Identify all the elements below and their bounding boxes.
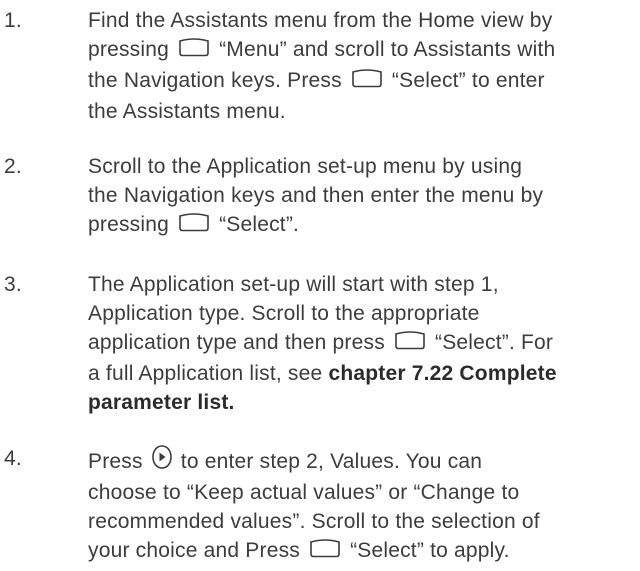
text-segment: The Application set-up will start with s… <box>88 273 499 296</box>
step-line: a full Application list, see chapter 7.2… <box>88 359 640 388</box>
text-segment: your choice and Press <box>88 539 300 562</box>
step-line: pressing “Select”. <box>88 210 640 241</box>
step-number: 3. <box>4 273 22 296</box>
step-line: the Assistants menu. <box>88 97 640 126</box>
softkey-icon <box>177 37 211 66</box>
text-segment: “Menu” and scroll to Assistants with <box>219 38 556 61</box>
step-text: The Application set-up will start with s… <box>88 270 640 417</box>
text-segment: application type and then press <box>88 331 385 354</box>
step-line: Scroll to the Application set-up menu by… <box>88 152 640 181</box>
text-segment: the Navigation keys. Press <box>88 69 342 92</box>
step-line: pressing “Menu” and scroll to Assistants… <box>88 35 640 66</box>
text-segment: the Navigation keys and then enter the m… <box>88 184 544 207</box>
step-line: recommended values”. Scroll to the selec… <box>88 507 640 536</box>
text-segment: “Select” to enter <box>391 69 545 92</box>
step-line: the Navigation keys. Press “Select” to e… <box>88 66 640 97</box>
step-text: Find the Assistants menu from the Home v… <box>88 6 640 126</box>
text-segment: choose to “Keep actual values” or “Chang… <box>88 481 520 504</box>
softkey-icon <box>177 212 211 241</box>
softkey-icon <box>350 68 384 97</box>
text-segment: pressing <box>88 38 169 61</box>
step-text: Scroll to the Application set-up menu by… <box>88 152 640 241</box>
text-segment: recommended values”. Scroll to the selec… <box>88 510 540 533</box>
step-line: Press to enter step 2, Values. You can <box>88 444 640 478</box>
chapter-reference: chapter 7.22 Complete <box>328 362 557 385</box>
step-line: The Application set-up will start with s… <box>88 270 640 299</box>
text-segment: “Select” to apply. <box>350 539 510 562</box>
text-segment: “Select”. <box>219 213 300 236</box>
text-segment: Scroll to the Application set-up menu by… <box>88 155 523 178</box>
step-line: Find the Assistants menu from the Home v… <box>88 6 640 35</box>
step-number: 1. <box>4 9 22 32</box>
step-text: Press to enter step 2, Values. You can ch… <box>88 444 640 567</box>
navigation-right-key-icon <box>151 444 173 478</box>
text-segment: to enter step 2, Values. You can <box>180 450 483 473</box>
text-segment: the Assistants menu. <box>88 100 286 123</box>
text-segment: “Select”. For <box>435 331 554 354</box>
text-segment: a full Application list, see <box>88 362 329 385</box>
step-line: Application type. Scroll to the appropri… <box>88 299 640 328</box>
softkey-icon <box>308 538 342 567</box>
chapter-reference: parameter list. <box>88 391 235 414</box>
step-line: the Navigation keys and then enter the m… <box>88 181 640 210</box>
step-number: 4. <box>4 447 22 470</box>
text-segment: Application type. Scroll to the appropri… <box>88 302 480 325</box>
text-segment: pressing <box>88 213 169 236</box>
text-segment: Find the Assistants menu from the Home v… <box>88 9 553 32</box>
step-line: application type and then press “Select”… <box>88 328 640 359</box>
step-line: choose to “Keep actual values” or “Chang… <box>88 478 640 507</box>
softkey-icon <box>393 330 427 359</box>
step-line: your choice and Press “Select” to apply. <box>88 536 640 567</box>
step-number: 2. <box>4 155 22 178</box>
step-line: parameter list. <box>88 388 640 417</box>
text-segment: Press <box>88 450 143 473</box>
